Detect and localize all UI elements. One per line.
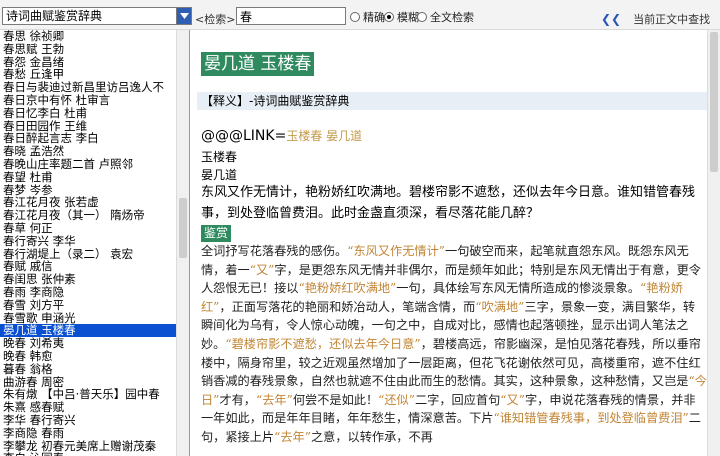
- list-item[interactable]: 春望 杜甫: [0, 171, 177, 184]
- poem-title: 玉楼春: [201, 150, 238, 164]
- article-scrollbar[interactable]: [707, 30, 720, 456]
- search-label: <检索>: [195, 13, 236, 26]
- appreciation-tag: 鉴赏: [201, 225, 232, 242]
- list-item[interactable]: 春雨 李商隐: [0, 286, 177, 299]
- list-item[interactable]: 春江花月夜（其一） 隋炀帝: [0, 209, 177, 222]
- list-item[interactable]: 春日醉起言志 李白: [0, 132, 177, 145]
- commentary-text: 全词抒写花落春残的感伤。: [201, 244, 348, 258]
- quoted-phrase: “谁知错管春残事，到处登临曾费泪”: [493, 411, 689, 426]
- list-item[interactable]: 李华 春行寄兴: [0, 414, 177, 427]
- list-item[interactable]: 春日田园作 王维: [0, 120, 177, 133]
- commentary-text: 才有，: [219, 392, 256, 407]
- list-item[interactable]: 春梦 岑参: [0, 184, 177, 197]
- commentary-text: ，正面写落花的艳丽和娇冶动人，笔端含情，而: [219, 299, 476, 314]
- list-item[interactable]: 春雪 刘方平: [0, 299, 177, 312]
- list-item[interactable]: 春江花月夜 张若虚: [0, 196, 177, 209]
- radio-fuzzy-dot[interactable]: [384, 12, 394, 22]
- search-input[interactable]: [236, 7, 346, 25]
- list-item[interactable]: 晚春 刘希夷: [0, 337, 177, 350]
- list-item[interactable]: 春雪歌 申涵光: [0, 312, 177, 325]
- list-item-selected[interactable]: 晏几道 玉楼春: [0, 324, 177, 338]
- commentary-text: 一句，具体绘写东风无情所造成的惨淡景象。: [396, 281, 641, 296]
- commentary-text: 下片: [469, 411, 494, 426]
- commentary-text: 之意，以转作承，不再: [310, 429, 433, 444]
- commentary: 全词抒写花落春残的感伤。“东风又作无情计”一句破空而来，起笔就直怨东风。既怨东风…: [201, 242, 707, 447]
- list-item[interactable]: 李攀龙 初春元美席上赠谢茂秦: [0, 440, 177, 453]
- list-item[interactable]: 春日与裴迪过新昌里访吕逸人不: [0, 81, 177, 94]
- definition-bar: 【释义】-诗词曲赋鉴赏辞典: [197, 92, 707, 110]
- entry-list-scroll-thumb[interactable]: [179, 198, 187, 258]
- find-in-text: ❮❮ 当前正文中查找 ❯❯: [601, 11, 720, 27]
- radio-exact-dot[interactable]: [350, 12, 360, 22]
- quoted-phrase: “去年”: [255, 392, 293, 407]
- list-item[interactable]: 春愁 丘逢甲: [0, 68, 177, 81]
- article-pane: 晏几道 玉楼春 【释义】-诗词曲赋鉴赏辞典 @@@LINK=玉楼春 晏几道 玉楼…: [191, 30, 720, 456]
- radio-fuzzy-label: 模糊: [397, 11, 419, 24]
- entry-list-scrollbar[interactable]: [176, 30, 189, 456]
- list-item[interactable]: 春行湖堤上（录二） 袁宏: [0, 248, 177, 261]
- article-scroll-thumb[interactable]: [710, 32, 718, 172]
- dropdown-arrow-icon[interactable]: [176, 8, 191, 24]
- list-item[interactable]: 朱熹 感春赋: [0, 401, 177, 414]
- list-item[interactable]: 春日京中有怀 杜审言: [0, 94, 177, 107]
- list-item[interactable]: 春思 徐祯卿: [0, 30, 177, 43]
- quoted-phrase: “吹满地”: [475, 299, 525, 314]
- quoted-phrase: “还似”: [378, 392, 415, 407]
- list-item[interactable]: 春行寄兴 李华: [0, 235, 177, 248]
- find-prev-icon[interactable]: ❮❮: [601, 12, 621, 26]
- list-item[interactable]: 春怨 金昌绪: [0, 56, 177, 69]
- list-item[interactable]: 春日忆李白 杜甫: [0, 107, 177, 120]
- link-line: @@@LINK=玉楼春 晏几道: [201, 127, 362, 144]
- radio-fuzzy[interactable]: 模糊: [384, 11, 419, 24]
- dictionary-select-value: 诗词曲赋鉴赏辞典: [6, 9, 103, 23]
- list-item[interactable]: 春晓 孟浩然: [0, 145, 177, 158]
- poem-author: 晏几道: [201, 168, 238, 182]
- radio-exact[interactable]: 精确: [350, 11, 385, 24]
- quoted-phrase: “碧楼帘影不遮愁，还似去年今日意”: [225, 336, 421, 351]
- list-item[interactable]: 春思赋 王勃: [0, 43, 177, 56]
- list-item[interactable]: 李白 沁园春: [0, 452, 177, 456]
- list-item[interactable]: 朱有燉 【中吕·普天乐】园中春: [0, 388, 177, 401]
- radio-fulltext[interactable]: 全文检索: [417, 11, 474, 24]
- radio-fulltext-label: 全文检索: [430, 11, 474, 24]
- link-prefix: @@@LINK=: [201, 128, 287, 144]
- list-item[interactable]: 春草 何正: [0, 222, 177, 235]
- quoted-phrase: “东风又作无情计”: [347, 244, 446, 258]
- list-item[interactable]: 曲游春 周密: [0, 376, 177, 389]
- commentary-text: 二字，回应首句: [414, 392, 501, 407]
- quoted-phrase: “去年”: [274, 429, 311, 444]
- find-in-text-label: 当前正文中查找: [633, 13, 711, 26]
- poem-text: 东风又作无情计，艳粉娇红吹满地。碧楼帘影不遮愁，还似去年今日意。谁知错管春残事，…: [201, 185, 696, 221]
- list-item[interactable]: 晚春 韩愈: [0, 350, 177, 363]
- link-target[interactable]: 玉楼春 晏几道: [286, 129, 362, 143]
- dictionary-select[interactable]: 诗词曲赋鉴赏辞典: [2, 7, 192, 25]
- commentary-text: 何尝不是如此！: [292, 392, 379, 407]
- list-item[interactable]: 春晚山庄率题二首 卢照邻: [0, 158, 177, 171]
- quoted-phrase: “又”: [249, 262, 275, 277]
- quoted-phrase: “又”: [500, 392, 525, 407]
- entry-list-pane: 春思 徐祯卿 春思赋 王勃 春怨 金昌绪 春愁 丘逢甲 春日与裴迪过新昌里访吕逸人不 春日…: [0, 30, 190, 456]
- quoted-phrase: “艳粉娇红吹满地”: [298, 281, 397, 296]
- radio-exact-label: 精确: [363, 11, 385, 24]
- entry-list: 春思 徐祯卿 春思赋 王勃 春怨 金昌绪 春愁 丘逢甲 春日与裴迪过新昌里访吕逸人不 春日…: [0, 30, 177, 456]
- list-item[interactable]: 春闺思 张仲素: [0, 273, 177, 286]
- list-item[interactable]: 暮春 翁格: [0, 363, 177, 376]
- toolbar: 诗词曲赋鉴赏辞典 <检索> 精确 模糊 全文检索 ❮❮ 当前正文中查找 ❯❯: [0, 0, 720, 30]
- radio-fulltext-dot[interactable]: [417, 12, 427, 22]
- list-item[interactable]: 李商隐 春雨: [0, 427, 177, 440]
- list-item[interactable]: 春赋 戚信: [0, 260, 177, 273]
- article-title: 晏几道 玉楼春: [201, 52, 315, 76]
